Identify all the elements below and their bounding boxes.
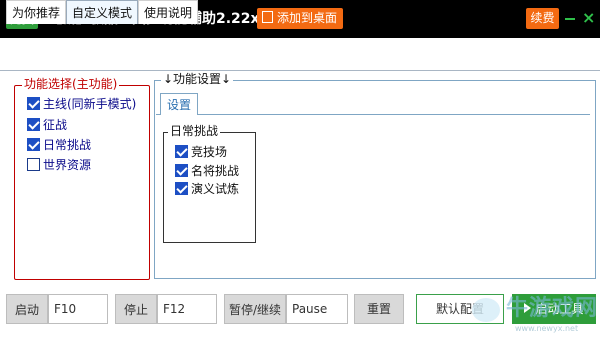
watermark-text: 牛游戏网	[506, 296, 599, 321]
checkbox-checked-icon[interactable]	[27, 138, 40, 151]
pause-hotkey-label: 暂停/继续	[224, 294, 286, 324]
add-to-desktop-label: 添加到桌面	[277, 11, 338, 25]
checkbox-checked-icon[interactable]	[27, 118, 40, 131]
main-item-daily[interactable]: 日常挑战	[27, 136, 91, 154]
renew-button[interactable]: 续费	[526, 8, 559, 29]
watermark-url: www.newyx.net	[515, 324, 579, 333]
stop-hotkey-field[interactable]: F12	[157, 294, 217, 324]
minimize-icon[interactable]	[565, 18, 575, 20]
start-hotkey-label: 启动	[6, 294, 48, 324]
close-icon[interactable]: ×	[582, 8, 595, 28]
checkbox-checked-icon[interactable]	[175, 145, 188, 158]
tab-settings[interactable]: 设置	[160, 93, 198, 115]
daily-item-arena[interactable]: 竞技场	[175, 143, 227, 161]
daily-item-general-challenge[interactable]: 名将挑战	[175, 162, 239, 180]
daily-item-label: 竞技场	[191, 145, 228, 159]
main-item-label: 主线(同新手模式)	[43, 97, 137, 111]
tab-recommend[interactable]: 为你推荐	[6, 0, 67, 24]
main-item-world-resource[interactable]: 世界资源	[27, 156, 91, 174]
checkbox-checked-icon[interactable]	[175, 164, 188, 177]
stop-hotkey-label: 停止	[115, 294, 157, 324]
main-item-mainline[interactable]: 主线(同新手模式)	[27, 95, 136, 113]
main-item-label: 世界资源	[43, 158, 92, 172]
main-item-label: 日常挑战	[43, 138, 92, 152]
daily-item-label: 演义试炼	[191, 182, 240, 196]
main-function-group	[14, 85, 150, 280]
daily-item-label: 名将挑战	[191, 164, 240, 178]
checkbox-unchecked-icon[interactable]	[27, 158, 40, 171]
tab-custom-mode[interactable]: 自定义模式	[66, 0, 139, 24]
watermark-logo-icon	[472, 298, 500, 322]
start-hotkey-field[interactable]: F10	[48, 294, 108, 324]
desktop-shortcut-icon	[262, 11, 273, 23]
reset-button[interactable]: 重置	[354, 294, 404, 324]
main-item-campaign[interactable]: 征战	[27, 116, 67, 134]
main-item-label: 征战	[43, 118, 68, 132]
checkbox-checked-icon[interactable]	[175, 182, 188, 195]
main-function-group-title: 功能选择(主功能)	[22, 77, 120, 92]
add-to-desktop-button[interactable]: 添加到桌面	[257, 8, 344, 29]
pause-hotkey-field[interactable]: Pause	[286, 294, 348, 324]
tab-divider	[0, 70, 600, 71]
settings-title: ↓功能设置↓	[161, 72, 234, 87]
tab-instructions[interactable]: 使用说明	[138, 0, 199, 24]
checkbox-checked-icon[interactable]	[27, 97, 40, 110]
daily-item-romance-trial[interactable]: 演义试炼	[175, 180, 239, 198]
daily-challenge-title: 日常挑战	[168, 124, 221, 139]
